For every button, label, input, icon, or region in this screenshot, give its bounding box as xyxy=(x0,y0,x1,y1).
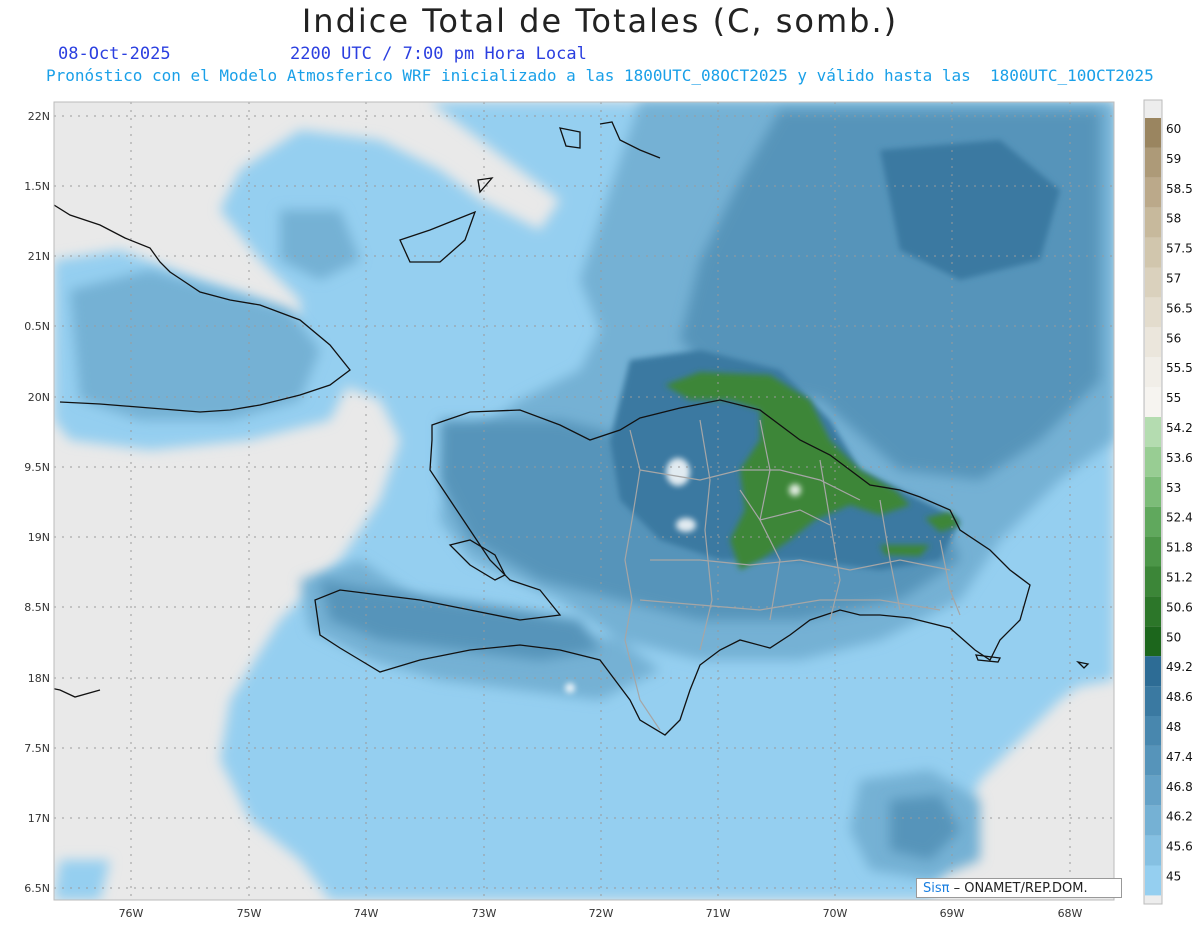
colorbar-swatch xyxy=(1145,118,1161,148)
lat-label: 18N xyxy=(28,672,50,685)
colorbar-label: 55.5 xyxy=(1166,361,1193,375)
lon-label: 73W xyxy=(472,907,497,920)
colorbar-label: 48 xyxy=(1166,720,1181,734)
lon-labels: 76W 75W 74W 73W 72W 71W 70W 69W 68W xyxy=(119,907,1083,920)
lon-label: 69W xyxy=(940,907,965,920)
colorbar-label: 49.2 xyxy=(1166,660,1193,674)
colorbar-label: 52.4 xyxy=(1166,511,1193,525)
colorbar-label: 51.2 xyxy=(1166,571,1193,585)
colorbar-swatch xyxy=(1145,237,1161,268)
colorbar-label: 45 xyxy=(1166,870,1181,884)
lat-label: 21N xyxy=(28,250,50,263)
colorbar-swatch xyxy=(1145,177,1161,208)
lat-label: 17N xyxy=(28,812,50,825)
colorbar-label: 48.6 xyxy=(1166,690,1193,704)
lon-label: 76W xyxy=(119,907,144,920)
lat-label: 20N xyxy=(28,391,50,404)
lon-label: 75W xyxy=(237,907,262,920)
colorbar-swatch xyxy=(1145,805,1161,836)
colorbar-swatch xyxy=(1145,716,1161,746)
colorbar-label: 47.4 xyxy=(1166,750,1193,764)
colorbar-label: 60 xyxy=(1166,122,1181,136)
colorbar-swatch xyxy=(1145,596,1161,627)
lat-label: 8.5N xyxy=(24,601,50,614)
colorbar-label: 57 xyxy=(1166,272,1181,286)
colorbar-label: 45.6 xyxy=(1166,840,1193,854)
colorbar-swatch xyxy=(1145,417,1161,447)
colorbar-swatch xyxy=(1145,686,1161,716)
colorbar-swatch xyxy=(1145,656,1161,687)
lat-label: 22N xyxy=(28,110,50,123)
colorbar-label: 55 xyxy=(1166,391,1181,405)
colorbar-label: 46.8 xyxy=(1166,780,1193,794)
colorbar-label: 50 xyxy=(1166,630,1181,644)
lat-labels: 22N 1.5N 21N 0.5N 20N 9.5N 19N 8.5N 18N … xyxy=(24,110,50,895)
credit-text: – ONAMET/REP.DOM. xyxy=(949,881,1088,896)
colorbar-swatch xyxy=(1145,387,1161,417)
colorbar-swatch xyxy=(1145,865,1161,896)
lat-label: 0.5N xyxy=(24,320,50,333)
colorbar-label: 54.2 xyxy=(1166,421,1193,435)
colorbar-swatch xyxy=(1145,536,1161,567)
lat-label: 19N xyxy=(28,531,50,544)
colorbar-swatch xyxy=(1145,147,1161,178)
colorbar-swatch xyxy=(1145,626,1161,657)
lon-label: 72W xyxy=(589,907,614,920)
weather-map: 22N 1.5N 21N 0.5N 20N 9.5N 19N 8.5N 18N … xyxy=(24,99,1193,920)
colorbar-swatch xyxy=(1145,775,1161,806)
colorbar-label: 56.5 xyxy=(1166,301,1193,315)
colorbar-label: 53.6 xyxy=(1166,451,1193,465)
lon-label: 71W xyxy=(706,907,731,920)
colorbar-label: 59 xyxy=(1166,152,1181,166)
credit-brand: Sisπ xyxy=(923,881,950,896)
colorbar-label: 46.2 xyxy=(1166,810,1193,824)
colorbar-swatch xyxy=(1145,506,1161,537)
lat-label: 9.5N xyxy=(24,461,50,474)
lon-label: 70W xyxy=(823,907,848,920)
colorbar-label: 51.8 xyxy=(1166,541,1193,555)
colorbar-swatch xyxy=(1145,267,1161,298)
lat-label: 7.5N xyxy=(24,742,50,755)
colorbar-swatch xyxy=(1145,745,1161,776)
colorbar-swatch xyxy=(1145,835,1161,866)
colorbar-label: 53 xyxy=(1166,481,1181,495)
credit-box: Sisπ – ONAMET/REP.DOM. xyxy=(916,878,1122,898)
colorbar-label: 58.5 xyxy=(1166,182,1193,196)
colorbar-swatch xyxy=(1145,327,1161,358)
colorbar-swatch xyxy=(1145,446,1161,477)
colorbar-label: 56 xyxy=(1166,331,1181,345)
colorbar-label: 58 xyxy=(1166,212,1181,226)
lat-label: 6.5N xyxy=(24,882,50,895)
colorbar-label: 50.6 xyxy=(1166,600,1193,614)
colorbar-swatch xyxy=(1145,207,1161,238)
colorbar-swatch xyxy=(1145,357,1161,388)
colorbar-swatch xyxy=(1145,297,1161,328)
lon-label: 68W xyxy=(1058,907,1083,920)
lon-label: 74W xyxy=(354,907,379,920)
colorbar-swatch xyxy=(1145,566,1161,597)
colorbar-label: 57.5 xyxy=(1166,242,1193,256)
colorbar-swatch xyxy=(1145,476,1161,507)
lat-label: 1.5N xyxy=(24,180,50,193)
colorbar: 60 59 58.5 58 57.5 57 56.5 56 55.5 55 54.2 53.6 53 52… xyxy=(1143,99,1193,905)
